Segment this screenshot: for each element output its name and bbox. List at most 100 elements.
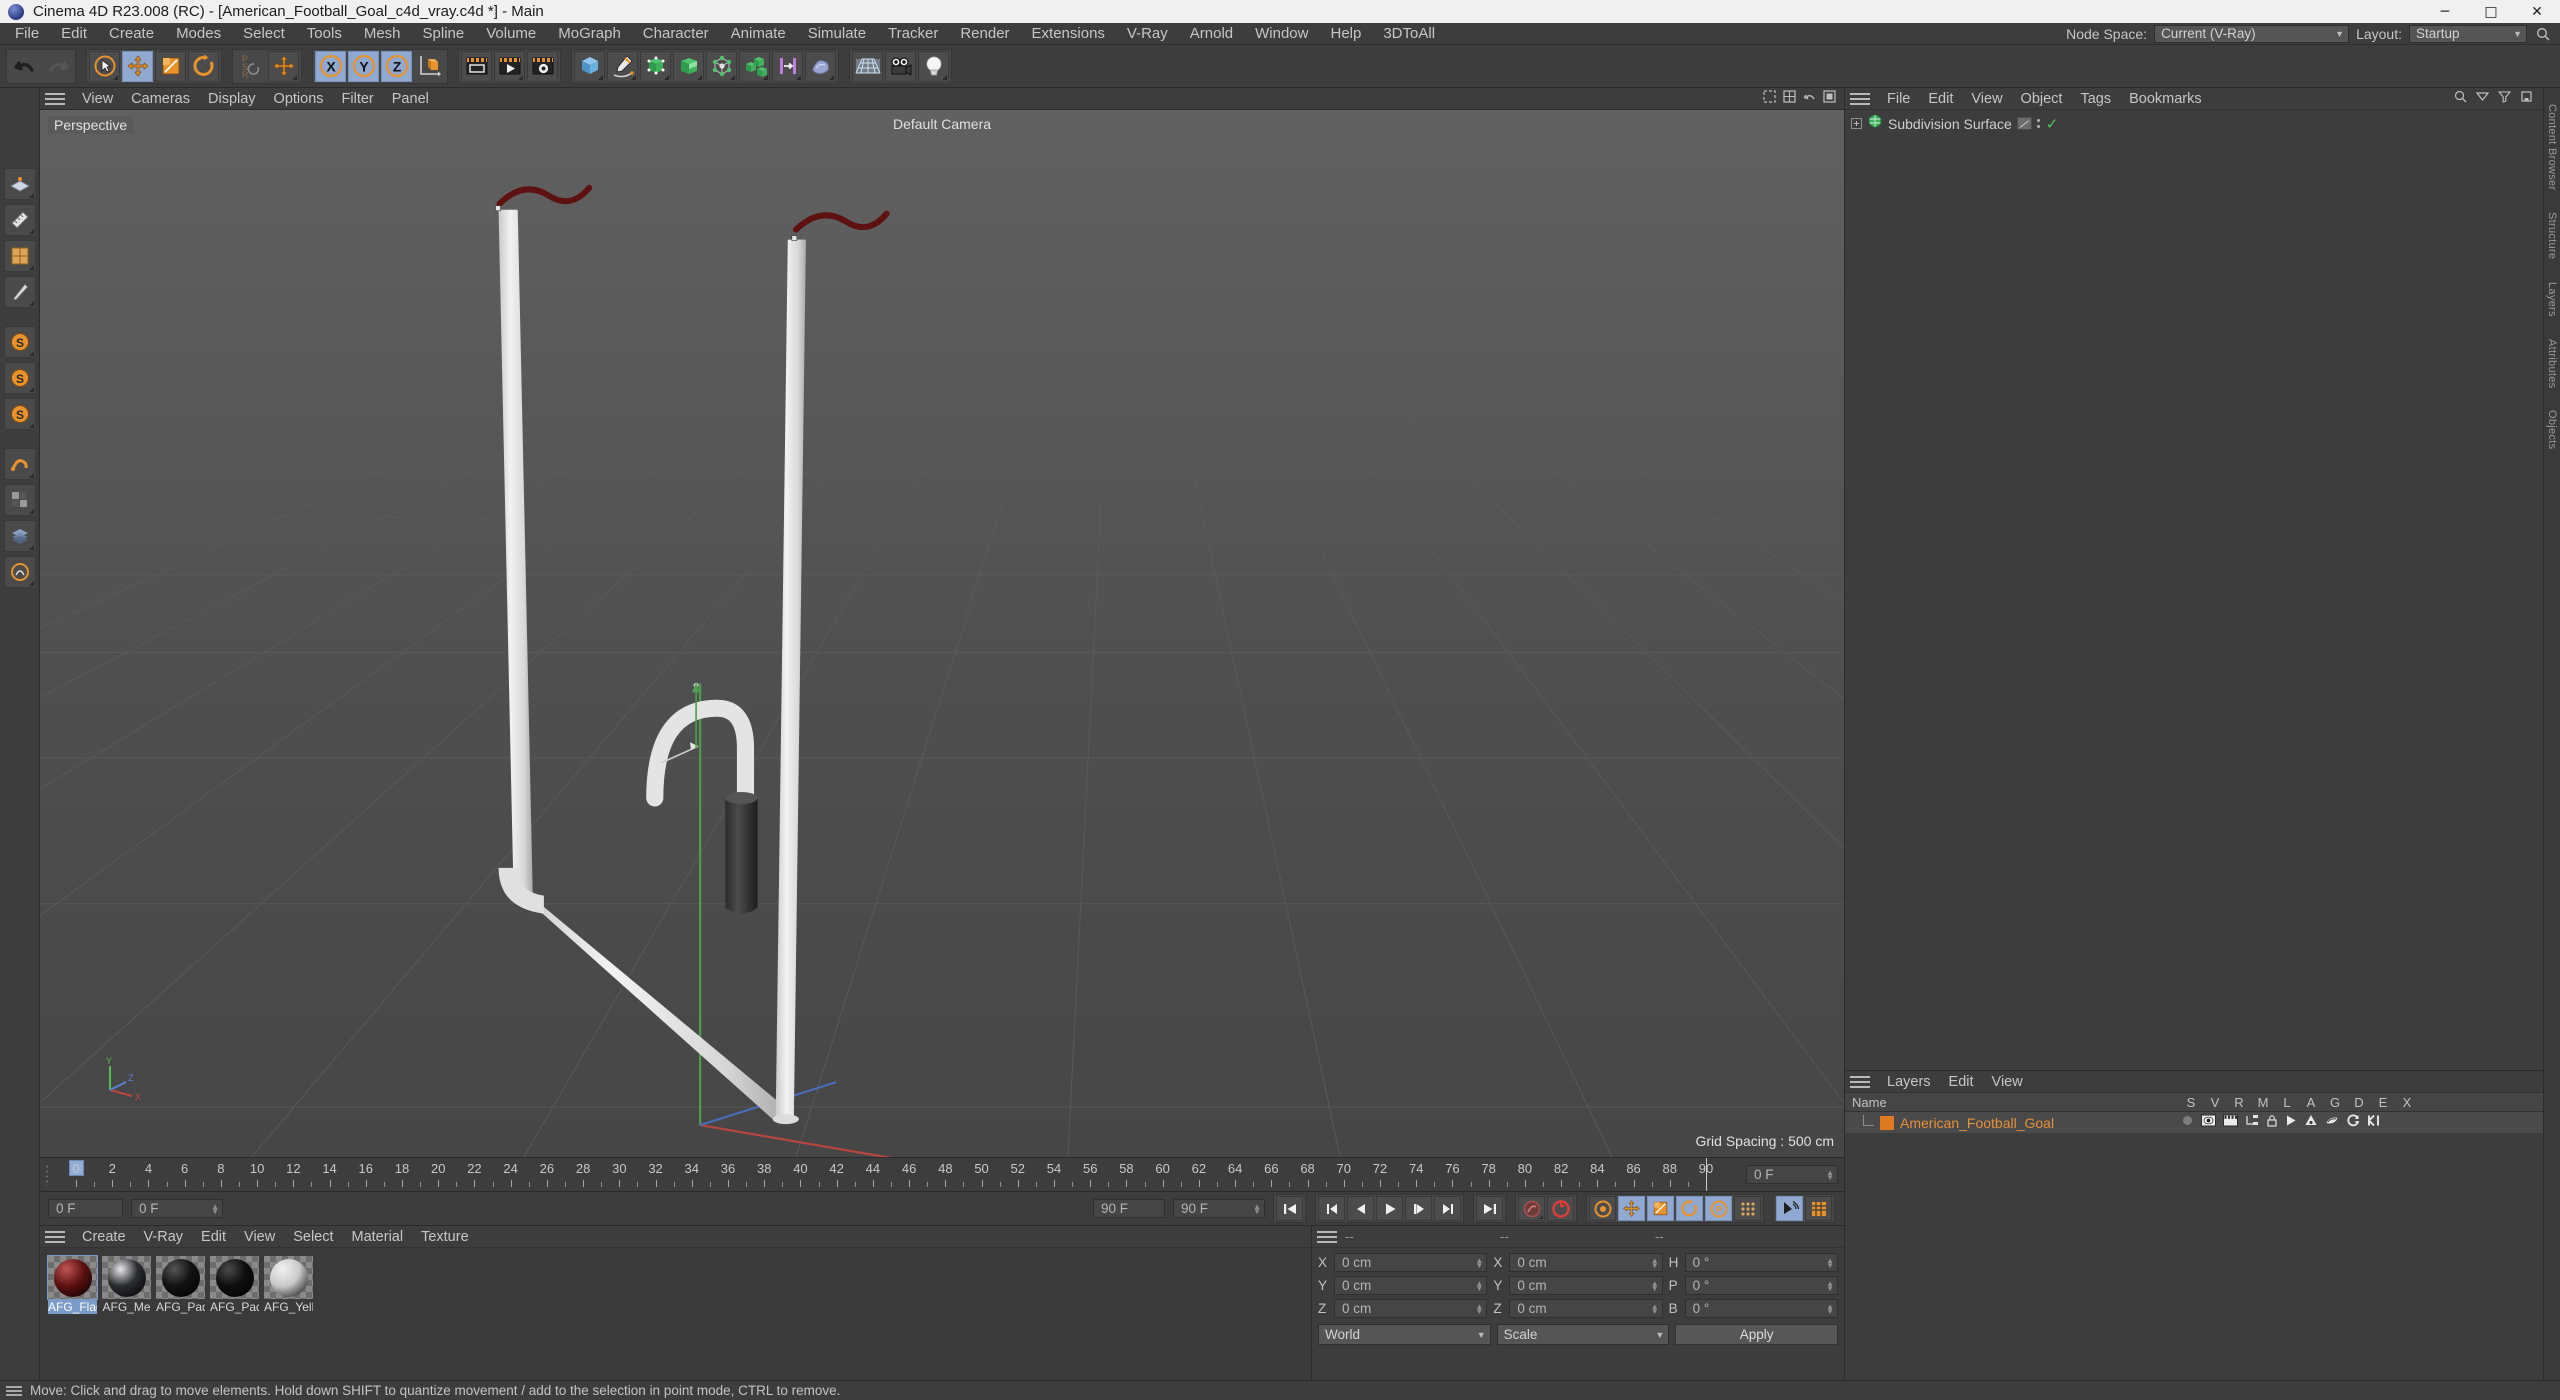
- snap-icon[interactable]: [3, 448, 36, 480]
- layer-col-name[interactable]: Name: [1845, 1095, 2179, 1110]
- menu-extensions[interactable]: Extensions: [1021, 23, 1116, 45]
- menu-character[interactable]: Character: [632, 23, 720, 45]
- current-frame-field[interactable]: 0 F ▲ ▼: [1746, 1165, 1838, 1184]
- subdivide-icon[interactable]: [3, 240, 36, 272]
- sculpt-brush-icon[interactable]: [3, 556, 36, 588]
- menu-file[interactable]: File: [4, 23, 50, 45]
- size-y-field[interactable]: 0 cm ▲ ▼: [1509, 1276, 1663, 1295]
- manager-icon[interactable]: [2245, 1114, 2259, 1132]
- layer-menu-layers[interactable]: Layers: [1878, 1071, 1940, 1093]
- preview-start-field[interactable]: 0 F ▲ ▼: [131, 1199, 223, 1218]
- rotation-b-field[interactable]: 0 ° ▲ ▼: [1684, 1299, 1838, 1318]
- material-menu-create[interactable]: Create: [73, 1226, 135, 1248]
- position-y-field[interactable]: 0 cm ▲ ▼: [1334, 1276, 1488, 1295]
- lock-icon[interactable]: [2266, 1114, 2278, 1132]
- array-icon[interactable]: [673, 50, 704, 82]
- light-icon[interactable]: [918, 50, 949, 82]
- knife-icon[interactable]: [3, 276, 36, 308]
- timeline-ruler[interactable]: 0 2 4 6 8 10 12 14 16 18 20 22 24 26 28 30 32 34 36 38 40 42 4…: [54, 1158, 1746, 1191]
- step-back-icon[interactable]: [1347, 1196, 1374, 1221]
- layer-col-s[interactable]: S: [2179, 1095, 2203, 1110]
- redo-icon[interactable]: [42, 51, 73, 82]
- search-icon[interactable]: [2534, 25, 2552, 43]
- object-menu-file[interactable]: File: [1878, 88, 1919, 110]
- step-forward-icon[interactable]: [1405, 1196, 1432, 1221]
- mograph-cloner-icon[interactable]: [739, 50, 770, 82]
- menu-tools[interactable]: Tools: [296, 23, 353, 45]
- nurbs-icon[interactable]: [640, 50, 671, 82]
- deformer-icon[interactable]: [706, 50, 737, 82]
- menu-mesh[interactable]: Mesh: [353, 23, 412, 45]
- live-selection-icon[interactable]: [89, 50, 120, 82]
- material-menu-view[interactable]: View: [235, 1226, 284, 1248]
- pen-spline-icon[interactable]: [607, 50, 638, 82]
- rotate-tool-icon[interactable]: [188, 50, 219, 82]
- edge-tab-content-browser[interactable]: Content Browser: [2546, 104, 2558, 190]
- render-icon[interactable]: [2223, 1114, 2238, 1132]
- z-axis-icon[interactable]: Z: [381, 50, 412, 82]
- layer-col-x[interactable]: X: [2395, 1095, 2419, 1110]
- material-list[interactable]: AFG_Flag AFG_Me AFG_Pad AFG_Pad AFG_Yell: [40, 1248, 1311, 1380]
- viewport-menu-display[interactable]: Display: [199, 88, 265, 110]
- visible-eye-icon[interactable]: [2201, 1114, 2216, 1132]
- layer-color-swatch[interactable]: [1880, 1115, 1894, 1130]
- size-x-field[interactable]: 0 cm ▲ ▼: [1509, 1253, 1663, 1272]
- spinner-icon[interactable]: ▲ ▼: [1826, 1168, 1834, 1181]
- move-axis-icon[interactable]: [268, 50, 299, 82]
- layer-col-r[interactable]: R: [2227, 1095, 2251, 1110]
- layer-hamburger-icon[interactable]: [1850, 1075, 1870, 1088]
- edge-tab-objects[interactable]: Objects: [2546, 410, 2558, 449]
- menu-tracker[interactable]: Tracker: [877, 23, 949, 45]
- viewport-projection-label[interactable]: Perspective: [48, 116, 134, 134]
- motion-clip-icon[interactable]: [1776, 1196, 1803, 1221]
- autokeying-icon[interactable]: [1547, 1196, 1574, 1221]
- undo-icon[interactable]: [9, 51, 40, 82]
- material-menu-texture[interactable]: Texture: [412, 1226, 478, 1248]
- psr-lock-icon[interactable]: P S R: [235, 51, 266, 82]
- viewport-menu-panel[interactable]: Panel: [383, 88, 438, 110]
- spinner-icon[interactable]: ▲ ▼: [1651, 1256, 1659, 1269]
- y-axis-icon[interactable]: Y: [348, 50, 379, 82]
- layer-menu-edit[interactable]: Edit: [1940, 1071, 1983, 1093]
- menu-render[interactable]: Render: [949, 23, 1020, 45]
- play-icon[interactable]: [1376, 1196, 1403, 1221]
- material-preview-thumbnail[interactable]: [264, 1256, 313, 1299]
- viewport-menu-options[interactable]: Options: [265, 88, 333, 110]
- preview-end-field[interactable]: 90 F ▲ ▼: [1173, 1199, 1265, 1218]
- layer-col-l[interactable]: L: [2275, 1095, 2299, 1110]
- generator-icon[interactable]: [2304, 1114, 2318, 1132]
- material-item[interactable]: AFG_Pad: [156, 1256, 205, 1314]
- expand-toggle-icon[interactable]: [1851, 118, 1862, 129]
- material-menu-hamburger-icon[interactable]: [45, 1230, 65, 1243]
- display-tag-icon[interactable]: [2016, 117, 2032, 130]
- position-z-field[interactable]: 0 cm ▲ ▼: [1334, 1299, 1488, 1318]
- scale-key-icon[interactable]: [1647, 1196, 1674, 1221]
- viewport-layout-icon[interactable]: [1783, 89, 1796, 108]
- measure-icon[interactable]: [3, 204, 36, 236]
- render-settings-icon[interactable]: [527, 50, 558, 82]
- world-coordinate-icon[interactable]: [414, 51, 445, 82]
- menu-modes[interactable]: Modes: [165, 23, 232, 45]
- edge-tab-layers[interactable]: Layers: [2546, 282, 2558, 317]
- material-menu-select[interactable]: Select: [284, 1226, 342, 1248]
- layout-dropdown[interactable]: Startup ▼: [2409, 24, 2527, 43]
- menu-arnold[interactable]: Arnold: [1179, 23, 1244, 45]
- xpresso-icon[interactable]: [2367, 1114, 2381, 1132]
- spinner-icon[interactable]: ▲ ▼: [1475, 1302, 1483, 1315]
- workplane-icon[interactable]: [3, 168, 36, 200]
- extrude-icon[interactable]: S: [3, 326, 36, 358]
- node-space-dropdown[interactable]: Current (V-Ray) ▼: [2154, 24, 2350, 43]
- spinner-icon[interactable]: ▲ ▼: [1475, 1256, 1483, 1269]
- timeline-icon[interactable]: [1805, 1196, 1832, 1221]
- position-x-field[interactable]: 0 cm ▲ ▼: [1334, 1253, 1488, 1272]
- go-to-end-icon[interactable]: [1476, 1196, 1503, 1221]
- layer-col-d[interactable]: D: [2347, 1095, 2371, 1110]
- paint-icon[interactable]: [3, 484, 36, 516]
- viewport-menu-filter[interactable]: Filter: [333, 88, 383, 110]
- texture-axis-icon[interactable]: S: [3, 362, 36, 394]
- object-menu-tags[interactable]: Tags: [2071, 88, 2120, 110]
- material-menu-vray[interactable]: V-Ray: [135, 1226, 193, 1248]
- scale-tool-icon[interactable]: [155, 50, 186, 82]
- menu-animate[interactable]: Animate: [720, 23, 797, 45]
- spinner-icon[interactable]: ▲ ▼: [211, 1202, 219, 1215]
